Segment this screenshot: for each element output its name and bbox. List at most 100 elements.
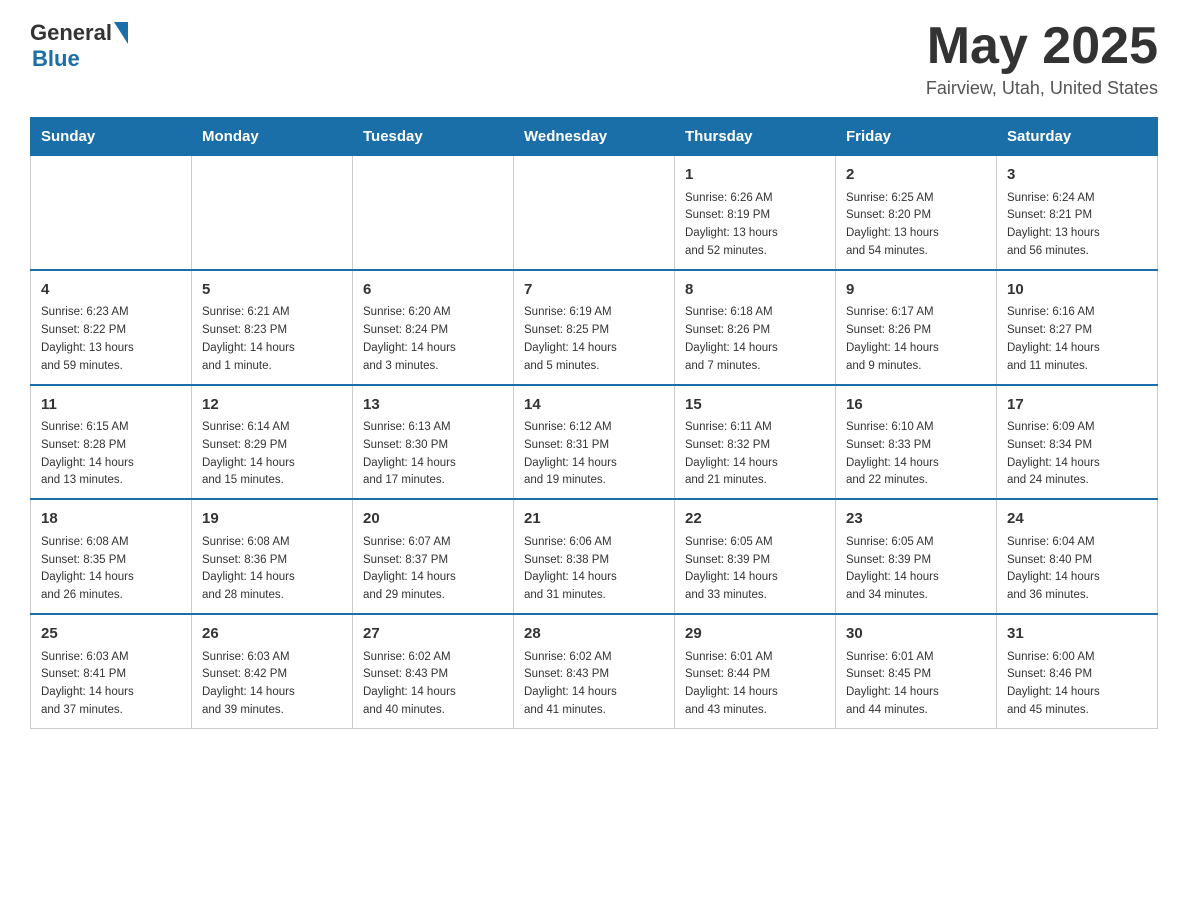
calendar-week-row: 25Sunrise: 6:03 AM Sunset: 8:41 PM Dayli… bbox=[31, 614, 1158, 728]
calendar-cell: 23Sunrise: 6:05 AM Sunset: 8:39 PM Dayli… bbox=[836, 499, 997, 614]
calendar-week-row: 18 Sunrise: 6:08 AM Sunset: 8:35 PM Dayli… bbox=[31, 499, 1158, 614]
day-info: Sunrise: 6:01 AM Sunset: 8:44 PM Dayligh… bbox=[685, 649, 825, 720]
day-info: Sunrise: 6:21 AM Sunset: 8:23 PM Dayligh… bbox=[202, 304, 342, 375]
calendar-cell bbox=[353, 156, 514, 270]
calendar-table: SundayMondayTuesdayWednesdayThursdayFrid… bbox=[30, 117, 1158, 729]
day-number: 7 bbox=[524, 279, 664, 302]
day-info: Sunrise: 6:05 AM Sunset: 8:39 PM Dayligh… bbox=[685, 534, 825, 605]
day-info: Sunrise: 6:03 AM Sunset: 8:42 PM Dayligh… bbox=[202, 649, 342, 720]
day-number: 11 bbox=[41, 394, 181, 417]
logo-blue-text: Blue bbox=[32, 46, 80, 72]
calendar-cell: 5Sunrise: 6:21 AM Sunset: 8:23 PM Daylig… bbox=[192, 270, 353, 385]
calendar-cell bbox=[31, 156, 192, 270]
day-number: 6 bbox=[363, 279, 503, 302]
calendar-week-row: 11Sunrise: 6:15 AM Sunset: 8:28 PM Dayli… bbox=[31, 385, 1158, 500]
day-number: 29 bbox=[685, 623, 825, 646]
day-number: 1 bbox=[685, 164, 825, 187]
calendar-cell: 8Sunrise: 6:18 AM Sunset: 8:26 PM Daylig… bbox=[675, 270, 836, 385]
calendar-cell: 17Sunrise: 6:09 AM Sunset: 8:34 PM Dayli… bbox=[997, 385, 1158, 500]
calendar-cell: 16Sunrise: 6:10 AM Sunset: 8:33 PM Dayli… bbox=[836, 385, 997, 500]
calendar-cell: 22 Sunrise: 6:05 AM Sunset: 8:39 PM Dayli… bbox=[675, 499, 836, 614]
calendar-header-row: SundayMondayTuesdayWednesdayThursdayFrid… bbox=[31, 118, 1158, 156]
calendar-cell bbox=[514, 156, 675, 270]
day-info: Sunrise: 6:13 AM Sunset: 8:30 PM Dayligh… bbox=[363, 419, 503, 490]
day-number: 12 bbox=[202, 394, 342, 417]
day-info: Sunrise: 6:06 AM Sunset: 8:38 PM Dayligh… bbox=[524, 534, 664, 605]
day-number: 18 bbox=[41, 508, 181, 531]
day-info: Sunrise: 6:15 AM Sunset: 8:28 PM Dayligh… bbox=[41, 419, 181, 490]
logo-general-text: General bbox=[30, 20, 112, 46]
day-info: Sunrise: 6:24 AM Sunset: 8:21 PM Dayligh… bbox=[1007, 190, 1147, 261]
calendar-cell: 10Sunrise: 6:16 AM Sunset: 8:27 PM Dayli… bbox=[997, 270, 1158, 385]
day-info: Sunrise: 6:08 AM Sunset: 8:36 PM Dayligh… bbox=[202, 534, 342, 605]
day-of-week-header: Tuesday bbox=[353, 118, 514, 156]
day-info: Sunrise: 6:26 AM Sunset: 8:19 PM Dayligh… bbox=[685, 190, 825, 261]
calendar-cell: 29 Sunrise: 6:01 AM Sunset: 8:44 PM Dayli… bbox=[675, 614, 836, 728]
day-number: 3 bbox=[1007, 164, 1147, 187]
day-info: Sunrise: 6:09 AM Sunset: 8:34 PM Dayligh… bbox=[1007, 419, 1147, 490]
day-info: Sunrise: 6:01 AM Sunset: 8:45 PM Dayligh… bbox=[846, 649, 986, 720]
day-number: 22 bbox=[685, 508, 825, 531]
day-info: Sunrise: 6:17 AM Sunset: 8:26 PM Dayligh… bbox=[846, 304, 986, 375]
calendar-cell: 19 Sunrise: 6:08 AM Sunset: 8:36 PM Dayli… bbox=[192, 499, 353, 614]
calendar-cell: 28Sunrise: 6:02 AM Sunset: 8:43 PM Dayli… bbox=[514, 614, 675, 728]
day-info: Sunrise: 6:20 AM Sunset: 8:24 PM Dayligh… bbox=[363, 304, 503, 375]
day-info: Sunrise: 6:00 AM Sunset: 8:46 PM Dayligh… bbox=[1007, 649, 1147, 720]
calendar-cell: 31Sunrise: 6:00 AM Sunset: 8:46 PM Dayli… bbox=[997, 614, 1158, 728]
day-of-week-header: Saturday bbox=[997, 118, 1158, 156]
calendar-cell: 21 Sunrise: 6:06 AM Sunset: 8:38 PM Dayli… bbox=[514, 499, 675, 614]
title-section: May 2025 Fairview, Utah, United States bbox=[926, 20, 1158, 99]
calendar-cell: 4Sunrise: 6:23 AM Sunset: 8:22 PM Daylig… bbox=[31, 270, 192, 385]
calendar-cell: 6Sunrise: 6:20 AM Sunset: 8:24 PM Daylig… bbox=[353, 270, 514, 385]
day-number: 25 bbox=[41, 623, 181, 646]
calendar-cell: 25Sunrise: 6:03 AM Sunset: 8:41 PM Dayli… bbox=[31, 614, 192, 728]
logo: General Blue bbox=[30, 20, 128, 72]
day-info: Sunrise: 6:11 AM Sunset: 8:32 PM Dayligh… bbox=[685, 419, 825, 490]
calendar-cell: 12Sunrise: 6:14 AM Sunset: 8:29 PM Dayli… bbox=[192, 385, 353, 500]
calendar-cell: 18 Sunrise: 6:08 AM Sunset: 8:35 PM Dayli… bbox=[31, 499, 192, 614]
calendar-cell: 20Sunrise: 6:07 AM Sunset: 8:37 PM Dayli… bbox=[353, 499, 514, 614]
day-number: 10 bbox=[1007, 279, 1147, 302]
day-info: Sunrise: 6:10 AM Sunset: 8:33 PM Dayligh… bbox=[846, 419, 986, 490]
day-info: Sunrise: 6:14 AM Sunset: 8:29 PM Dayligh… bbox=[202, 419, 342, 490]
day-number: 13 bbox=[363, 394, 503, 417]
day-info: Sunrise: 6:08 AM Sunset: 8:35 PM Dayligh… bbox=[41, 534, 181, 605]
calendar-cell: 7Sunrise: 6:19 AM Sunset: 8:25 PM Daylig… bbox=[514, 270, 675, 385]
day-number: 15 bbox=[685, 394, 825, 417]
day-number: 9 bbox=[846, 279, 986, 302]
day-number: 4 bbox=[41, 279, 181, 302]
calendar-cell: 11Sunrise: 6:15 AM Sunset: 8:28 PM Dayli… bbox=[31, 385, 192, 500]
day-info: Sunrise: 6:12 AM Sunset: 8:31 PM Dayligh… bbox=[524, 419, 664, 490]
day-info: Sunrise: 6:16 AM Sunset: 8:27 PM Dayligh… bbox=[1007, 304, 1147, 375]
day-info: Sunrise: 6:05 AM Sunset: 8:39 PM Dayligh… bbox=[846, 534, 986, 605]
calendar-cell: 13Sunrise: 6:13 AM Sunset: 8:30 PM Dayli… bbox=[353, 385, 514, 500]
day-of-week-header: Sunday bbox=[31, 118, 192, 156]
day-number: 5 bbox=[202, 279, 342, 302]
day-number: 21 bbox=[524, 508, 664, 531]
day-number: 19 bbox=[202, 508, 342, 531]
calendar-cell: 3 Sunrise: 6:24 AM Sunset: 8:21 PM Daylig… bbox=[997, 156, 1158, 270]
month-title: May 2025 bbox=[926, 20, 1158, 72]
day-info: Sunrise: 6:04 AM Sunset: 8:40 PM Dayligh… bbox=[1007, 534, 1147, 605]
day-of-week-header: Monday bbox=[192, 118, 353, 156]
day-info: Sunrise: 6:23 AM Sunset: 8:22 PM Dayligh… bbox=[41, 304, 181, 375]
day-info: Sunrise: 6:18 AM Sunset: 8:26 PM Dayligh… bbox=[685, 304, 825, 375]
day-info: Sunrise: 6:07 AM Sunset: 8:37 PM Dayligh… bbox=[363, 534, 503, 605]
calendar-cell: 24 Sunrise: 6:04 AM Sunset: 8:40 PM Dayli… bbox=[997, 499, 1158, 614]
calendar-cell: 27Sunrise: 6:02 AM Sunset: 8:43 PM Dayli… bbox=[353, 614, 514, 728]
page-header: General Blue May 2025 Fairview, Utah, Un… bbox=[30, 20, 1158, 99]
calendar-cell: 9Sunrise: 6:17 AM Sunset: 8:26 PM Daylig… bbox=[836, 270, 997, 385]
logo-triangle-icon bbox=[114, 22, 128, 44]
calendar-cell bbox=[192, 156, 353, 270]
day-number: 16 bbox=[846, 394, 986, 417]
day-number: 8 bbox=[685, 279, 825, 302]
day-info: Sunrise: 6:02 AM Sunset: 8:43 PM Dayligh… bbox=[524, 649, 664, 720]
calendar-week-row: 1 Sunrise: 6:26 AM Sunset: 8:19 PM Daylig… bbox=[31, 156, 1158, 270]
day-of-week-header: Thursday bbox=[675, 118, 836, 156]
calendar-cell: 26Sunrise: 6:03 AM Sunset: 8:42 PM Dayli… bbox=[192, 614, 353, 728]
day-number: 17 bbox=[1007, 394, 1147, 417]
day-number: 24 bbox=[1007, 508, 1147, 531]
calendar-cell: 14Sunrise: 6:12 AM Sunset: 8:31 PM Dayli… bbox=[514, 385, 675, 500]
day-number: 27 bbox=[363, 623, 503, 646]
calendar-week-row: 4Sunrise: 6:23 AM Sunset: 8:22 PM Daylig… bbox=[31, 270, 1158, 385]
